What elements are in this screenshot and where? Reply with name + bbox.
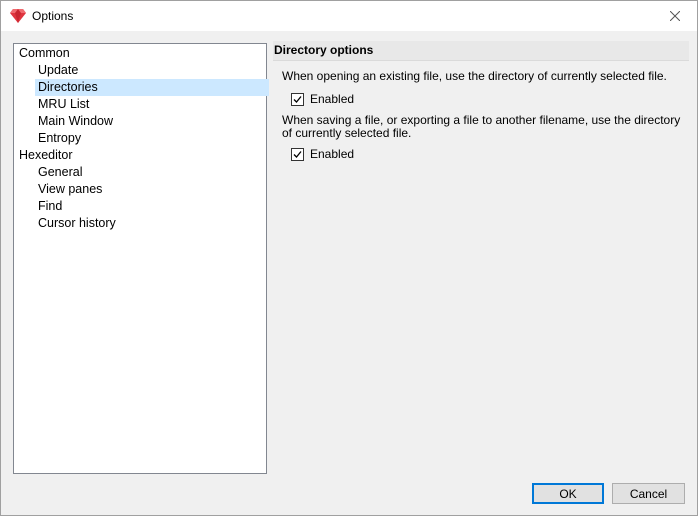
open-directory-description: When opening an existing file, use the d… [282, 69, 667, 83]
save-directory-enabled-checkbox[interactable]: Enabled [291, 146, 354, 162]
options-tree[interactable]: Common Update Directories MRU List Main … [13, 43, 269, 474]
close-button[interactable] [653, 1, 697, 31]
cancel-button[interactable]: Cancel [612, 483, 685, 504]
checkbox-box[interactable] [291, 92, 304, 106]
ruby-app-icon [10, 9, 26, 23]
tree-item-mru-list[interactable]: MRU List [35, 96, 92, 113]
tree-item-entropy[interactable]: Entropy [35, 130, 84, 147]
panel-header: Directory options [273, 41, 689, 61]
window-title: Options [32, 9, 74, 23]
tree-item-cursor-history[interactable]: Cursor history [35, 215, 119, 232]
checkbox-box[interactable] [291, 147, 304, 161]
tree-item-main-window[interactable]: Main Window [35, 113, 116, 130]
close-icon [670, 11, 680, 21]
tree-item-directories[interactable]: Directories [35, 79, 269, 96]
tree-item-common[interactable]: Common [17, 45, 72, 62]
checkbox-label: Enabled [310, 92, 355, 106]
title-bar[interactable]: Options [1, 1, 697, 31]
tree-item-general[interactable]: General [35, 164, 85, 181]
tree-item-hexeditor[interactable]: Hexeditor [17, 147, 75, 164]
checkmark-icon [293, 95, 302, 103]
checkbox-label: Enabled [310, 147, 355, 161]
tree-item-view-panes[interactable]: View panes [35, 181, 105, 198]
tree-item-update[interactable]: Update [35, 62, 81, 79]
options-dialog: Options Common Update Directories MRU Li… [0, 0, 698, 516]
checkmark-icon [293, 150, 302, 158]
save-directory-description: When saving a file, or exporting a file … [282, 113, 681, 140]
tree-item-find[interactable]: Find [35, 198, 65, 215]
ok-button[interactable]: OK [532, 483, 604, 504]
open-directory-enabled-checkbox[interactable]: Enabled [291, 91, 354, 107]
